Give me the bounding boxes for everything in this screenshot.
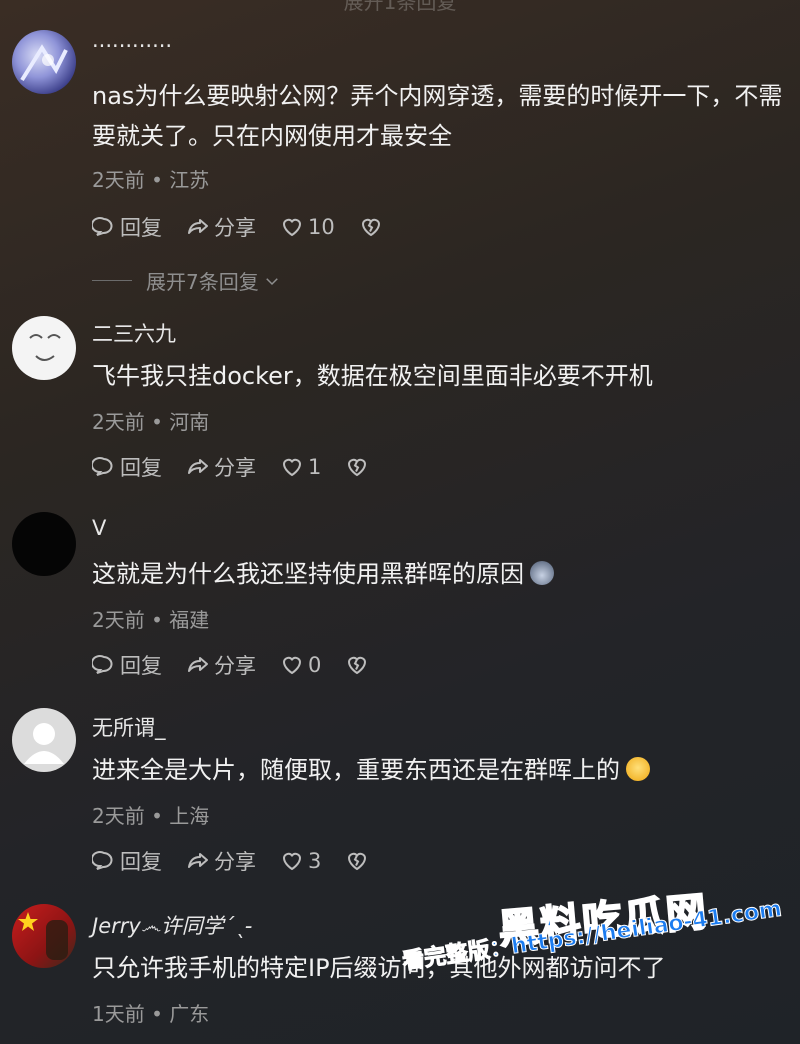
dislike-button[interactable]	[359, 215, 387, 239]
share-arrow-icon	[188, 459, 208, 474]
comment-text-content: 这就是为什么我还坚持使用黑群晖的原因	[92, 560, 524, 588]
comment-username[interactable]: Jerry෴许同学ˊˎ-	[92, 910, 252, 940]
reply-button[interactable]: 回复	[92, 452, 162, 482]
reply-bubble-icon	[92, 217, 113, 236]
comment-username[interactable]: 二三六九	[92, 318, 176, 348]
comment-text-content: 进来全是大片，随便取，重要东西还是在群晖上的	[92, 756, 620, 784]
dislike-button[interactable]	[345, 455, 373, 479]
like-button[interactable]: 3	[280, 849, 321, 873]
comment-time: 2天前	[92, 804, 145, 828]
like-button[interactable]: 0	[280, 653, 321, 677]
heart-icon	[282, 458, 302, 477]
comment-text: 只允许我手机的特定IP后缀访问，其他外网都访问不了	[92, 954, 666, 982]
like-button[interactable]: 10	[280, 215, 335, 239]
dislike-button[interactable]	[345, 653, 373, 677]
watermark-brand: 黑料吃瓜网	[496, 888, 711, 954]
divider	[92, 280, 132, 281]
broken-heart-icon	[348, 458, 367, 477]
comment-meta: 2天前 • 上海	[92, 804, 210, 828]
laughing-emoji-icon	[530, 561, 554, 585]
comment-text: nas为什么要映射公网？弄个内网穿透，需要的时候开一下，不需要就关了。只在内网使…	[92, 82, 783, 150]
heart-icon	[282, 852, 302, 871]
comment-username[interactable]: V	[92, 516, 106, 540]
comment-location: 河南	[169, 410, 210, 434]
comment-text: 进来全是大片，随便取，重要东西还是在群晖上的	[92, 750, 792, 790]
expand-replies-button[interactable]: 展开7条回复	[92, 266, 281, 295]
reply-button[interactable]: 回复	[92, 212, 162, 242]
broken-heart-icon	[348, 656, 367, 675]
reply-button[interactable]: 回复	[92, 846, 162, 876]
reply-bubble-icon	[92, 655, 113, 674]
comment-location: 江苏	[169, 168, 210, 192]
share-arrow-icon	[188, 657, 208, 672]
comment-actions: 回复 分享 3	[92, 846, 397, 876]
broken-heart-icon	[348, 852, 367, 871]
reply-button[interactable]: 回复	[92, 650, 162, 680]
comment-meta: 2天前 • 福建	[92, 608, 210, 632]
default-avatar-icon	[24, 723, 64, 764]
comment-meta: 2天前 • 河南	[92, 410, 210, 434]
like-count: 10	[308, 215, 335, 239]
heart-icon	[282, 218, 302, 237]
meme-face-icon	[29, 334, 61, 361]
comment-time: 1天前	[92, 1002, 145, 1026]
comment-text: 这就是为什么我还坚持使用黑群晖的原因	[92, 554, 792, 594]
comment-username[interactable]: ············	[92, 34, 172, 58]
comment-time: 2天前	[92, 410, 145, 434]
avatar[interactable]	[12, 30, 76, 94]
dislike-button[interactable]	[345, 849, 373, 873]
comment-time: 2天前	[92, 168, 145, 192]
reply-bubble-icon	[92, 457, 113, 476]
chevron-down-icon	[265, 277, 278, 285]
comment-actions: 回复 分享 1	[92, 452, 397, 482]
comment-location: 上海	[169, 804, 210, 828]
comment-actions: 回复 分享 10	[92, 212, 411, 242]
avatar-art-icon	[20, 44, 68, 82]
comment-meta: 1天前 • 广东	[92, 1002, 210, 1026]
like-count: 1	[308, 455, 322, 479]
like-count: 3	[308, 849, 322, 873]
share-button[interactable]: 分享	[186, 212, 256, 242]
like-button[interactable]: 1	[280, 455, 321, 479]
comment-location: 福建	[169, 608, 210, 632]
heart-icon	[282, 656, 302, 675]
broken-heart-icon	[361, 218, 380, 237]
share-button[interactable]: 分享	[186, 846, 256, 876]
avatar[interactable]	[12, 904, 76, 968]
comment-location: 广东	[169, 1002, 210, 1026]
comment-actions: 回复 分享 0	[92, 650, 397, 680]
avatar[interactable]	[12, 316, 76, 380]
comment-time: 2天前	[92, 608, 145, 632]
comment-meta: 2天前 • 江苏	[92, 168, 210, 192]
comment-text: 飞牛我只挂docker，数据在极空间里面非必要不开机	[92, 362, 653, 390]
collapsed-replies-residue: 展开1条回复	[343, 0, 457, 14]
flag-star-icon	[18, 912, 68, 960]
avatar[interactable]	[12, 512, 76, 576]
share-button[interactable]: 分享	[186, 452, 256, 482]
share-arrow-icon	[188, 853, 208, 868]
like-count: 0	[308, 653, 322, 677]
share-button[interactable]: 分享	[186, 650, 256, 680]
avatar[interactable]	[12, 708, 76, 772]
comment-username[interactable]: 无所谓_	[92, 712, 166, 742]
share-arrow-icon	[188, 219, 208, 234]
sweat-smile-emoji-icon	[626, 757, 650, 781]
reply-bubble-icon	[92, 851, 113, 870]
